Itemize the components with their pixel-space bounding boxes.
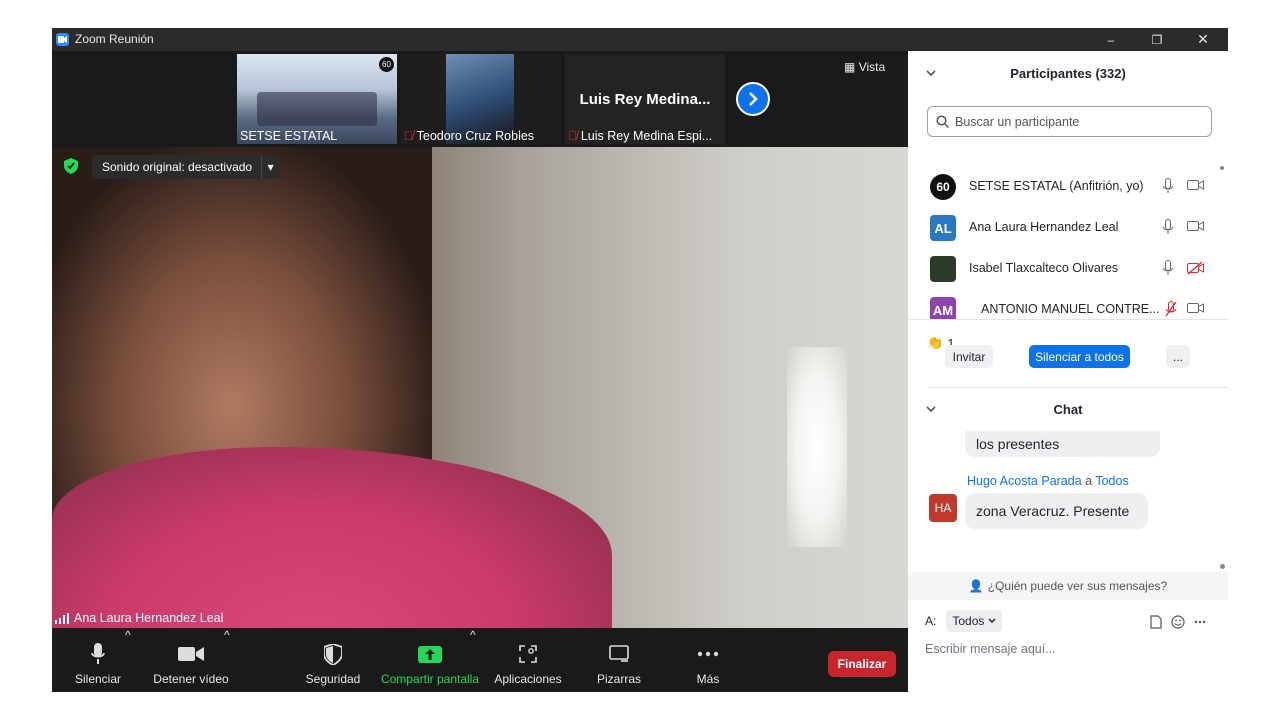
video-camera-icon[interactable]: [1187, 302, 1204, 314]
restore-button[interactable]: ❐: [1134, 28, 1180, 51]
close-button[interactable]: ✕: [1180, 28, 1226, 51]
chevron-right-icon: [749, 92, 758, 106]
minimize-button[interactable]: –: [1088, 28, 1134, 51]
video-camera-icon[interactable]: [1187, 179, 1204, 191]
window-light: [787, 347, 847, 547]
participant-row[interactable]: AM ANTONIO MANUEL CONTRE...: [908, 289, 1218, 320]
meeting-area: 60 SETSE ESTATAL 🎙̸ Teodoro Cruz Robles …: [52, 51, 908, 692]
chevron-down-icon: [988, 618, 996, 624]
thumbnail-name: SETSE ESTATAL: [240, 129, 338, 143]
side-panel: Participantes (332) Buscar un participan…: [908, 51, 1228, 692]
participant-search-input[interactable]: Buscar un participante: [927, 106, 1212, 137]
avatar: AM: [930, 297, 956, 320]
meeting-toolbar: Silenciar ^ Detener vídeo ^ Seguridad Co…: [52, 628, 908, 692]
thumbnail-setse[interactable]: 60 SETSE ESTATAL: [237, 54, 397, 144]
original-sound-toggle[interactable]: Sonido original: desactivado ▾: [92, 155, 280, 179]
end-meeting-button[interactable]: Finalizar: [828, 651, 896, 677]
chat-message-input[interactable]: Escribir mensaje aquí...: [925, 642, 1056, 656]
participant-row[interactable]: AL Ana Laura Hernandez Leal: [908, 207, 1218, 248]
muted-mic-icon: 🎙̸: [404, 129, 414, 143]
avatar: AL: [930, 215, 956, 241]
clap-icon: 👏: [927, 335, 944, 350]
chat-bubble-previous: los presentes: [965, 431, 1160, 457]
thumbnail-teodoro[interactable]: 🎙̸ Teodoro Cruz Robles: [401, 54, 561, 144]
more-options-button[interactable]: ...: [1166, 345, 1190, 368]
mute-options-caret[interactable]: ^: [125, 628, 131, 692]
security-button[interactable]: Seguridad: [304, 628, 362, 692]
chat-recipient[interactable]: Todos: [1095, 474, 1128, 488]
sender-avatar: HA: [929, 494, 957, 522]
next-page-button[interactable]: [736, 82, 770, 116]
search-icon: [936, 115, 949, 128]
participant-row[interactable]: Isabel Tlaxcalteco Olivares: [908, 248, 1218, 289]
stop-video-button[interactable]: Detener vídeo: [150, 628, 232, 692]
chat-sender[interactable]: Hugo Acosta Parada: [967, 474, 1082, 488]
muted-mic-icon: 🎙̸: [568, 129, 578, 143]
mute-button[interactable]: Silenciar: [70, 628, 126, 692]
avatar-60-icon: 60: [379, 57, 394, 72]
zoom-window: Zoom Reunión – ❐ ✕ 60 SETSE ESTATAL 🎙̸ T…: [52, 28, 1228, 692]
group-photo: [257, 92, 377, 126]
active-speaker-video: Sonido original: desactivado ▾ Ana Laura…: [52, 147, 908, 628]
microphone-icon[interactable]: [1163, 260, 1173, 276]
recipient-select[interactable]: Todos: [946, 610, 1003, 632]
chat-title: Chat: [1053, 402, 1083, 417]
participant-row[interactable]: 60 SETSE ESTATAL (Anfitrión, yo): [908, 166, 1218, 207]
view-button[interactable]: ▦ Vista: [844, 60, 885, 74]
chevron-down-icon[interactable]: ▾: [261, 155, 279, 179]
chat-bubble: zona Veracruz. Presente: [965, 493, 1148, 529]
zoom-logo-icon: [56, 33, 69, 46]
divider: [928, 387, 1228, 388]
share-arrow-icon: [418, 645, 442, 663]
participants-title: Participantes (332): [1010, 66, 1126, 81]
muted-mic-icon[interactable]: [1165, 301, 1177, 317]
avatar: 60: [930, 174, 956, 200]
thumbnail-big-name: Luis Rey Medina...: [579, 91, 711, 108]
video-options-caret[interactable]: ^: [224, 628, 230, 692]
video-camera-icon: [178, 647, 204, 661]
thumbnail-name: 🎙̸ Teodoro Cruz Robles: [404, 129, 535, 143]
apps-button[interactable]: Aplicaciones: [492, 628, 564, 692]
video-off-icon[interactable]: [1187, 261, 1204, 275]
whiteboard-icon: [609, 645, 629, 662]
video-camera-icon[interactable]: [1187, 220, 1204, 232]
more-button[interactable]: Más: [684, 628, 732, 692]
title-bar: Zoom Reunión – ❐ ✕: [52, 28, 1228, 51]
microphone-icon[interactable]: [1163, 178, 1173, 194]
divider: [908, 319, 1228, 320]
apps-icon: [519, 645, 537, 663]
thumbnail-luis[interactable]: Luis Rey Medina... 🎙̸ Luis Rey Medina Es…: [565, 54, 725, 144]
speaker-name-label: Ana Laura Hernandez Leal: [55, 608, 223, 628]
chat-scrollbar[interactable]: [1220, 456, 1225, 569]
chat-recipient-row: A: Todos: [925, 610, 1003, 632]
microphone-icon[interactable]: [1163, 219, 1173, 235]
microphone-icon: [91, 643, 105, 664]
file-icon[interactable]: [1150, 615, 1162, 629]
thumbnail-name: 🎙̸ Luis Rey Medina Espi...: [568, 129, 713, 143]
more-dots-icon[interactable]: [1194, 620, 1206, 624]
invite-button[interactable]: Invitar: [945, 345, 993, 368]
encryption-shield-icon[interactable]: [64, 158, 78, 174]
more-dots-icon: [697, 651, 719, 657]
grid-icon: ▦: [844, 60, 856, 74]
security-shield-icon: [324, 643, 342, 665]
signal-bars-icon: [55, 612, 69, 624]
share-options-caret[interactable]: ^: [470, 628, 476, 692]
emoji-icon[interactable]: [1171, 615, 1185, 629]
participant-scrollbar[interactable]: [1219, 166, 1224, 318]
to-label: A:: [925, 614, 937, 628]
avatar: [930, 256, 956, 282]
who-can-see-link[interactable]: 👤 ¿Quién puede ver sus mensajes?: [908, 572, 1228, 600]
thumbnail-strip: 60 SETSE ESTATAL 🎙̸ Teodoro Cruz Robles …: [52, 51, 908, 147]
share-screen-button[interactable]: Compartir pantalla: [378, 628, 482, 692]
speaker-shirt: [52, 447, 612, 628]
user-eye-icon: 👤: [968, 579, 984, 593]
chat-sender-line: Hugo Acosta Parada a Todos: [967, 474, 1129, 488]
window-title: Zoom Reunión: [75, 32, 154, 46]
whiteboards-button[interactable]: Pizarras: [590, 628, 648, 692]
mute-all-button[interactable]: Silenciar a todos: [1029, 345, 1130, 368]
